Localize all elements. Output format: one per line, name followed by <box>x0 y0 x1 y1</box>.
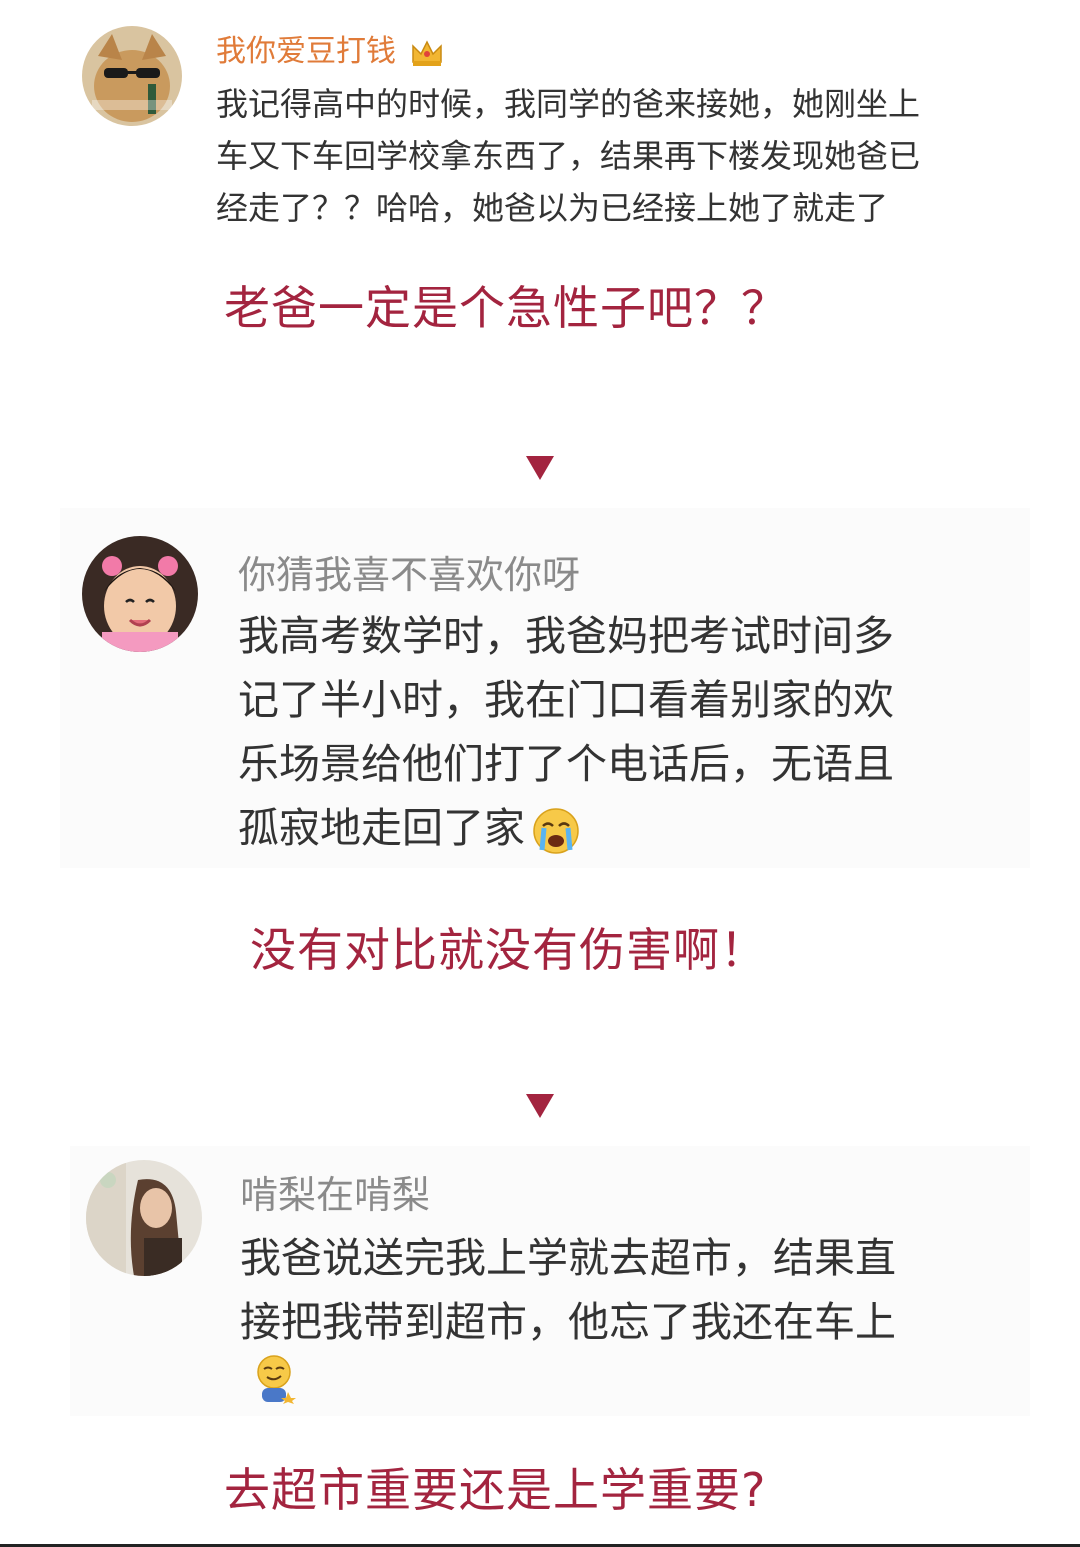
comment-card-1: 我你爱豆打钱 我记得高中的时候，我同学的爸来接她，她刚坐上 车又下车回学校拿东西… <box>70 0 1030 250</box>
crown-icon <box>410 38 444 68</box>
comment-body-2: 我高考数学时，我爸妈把考试时间多 记了半小时，我在门口看着别家的欢 乐场景给他们… <box>238 604 894 860</box>
username-text: 我你爱豆打钱 <box>216 34 396 69</box>
triangle-down-icon <box>526 456 554 480</box>
crying-face-emoji <box>531 806 581 856</box>
username-1[interactable]: 我你爱豆打钱 <box>216 26 444 70</box>
comment-line: 车又下车回学校拿东西了，结果再下楼发现她爸已 <box>216 137 921 175</box>
comment-line: 我高考数学时，我爸妈把考试时间多 <box>238 612 894 660</box>
comment-line-text: 孤寂地走回了家 <box>238 804 525 852</box>
smirk-emoji <box>250 1352 298 1404</box>
avatar-cat[interactable] <box>82 26 182 126</box>
comment-line: 经走了？？哈哈，她爸以为已经接上她了就走了 <box>216 189 889 227</box>
comment-line: 我爸说送完我上学就去超市，结果直 <box>240 1234 896 1282</box>
comment-card-2: 你猜我喜不喜欢你呀 我高考数学时，我爸妈把考试时间多 记了半小时，我在门口看着别… <box>60 508 1030 868</box>
username-text: 啃梨在啃梨 <box>240 1173 431 1217</box>
comment-line: 接把我带到超市，他忘了我还在车上 <box>240 1298 896 1346</box>
avatar-woman[interactable] <box>86 1160 202 1276</box>
woman-avatar-image <box>86 1160 202 1276</box>
child-avatar-image <box>82 536 198 652</box>
caption-1: 老爸一定是个急性子吧？？ <box>224 281 788 335</box>
comment-body-3: 我爸说送完我上学就去超市，结果直 接把我带到超市，他忘了我还在车上 <box>240 1226 896 1354</box>
comment-line: 孤寂地走回了家 <box>238 796 894 860</box>
comment-line: 乐场景给他们打了个电话后，无语且 <box>238 740 894 788</box>
username-text: 你猜我喜不喜欢你呀 <box>238 553 581 597</box>
cat-avatar-image <box>82 26 182 126</box>
caption-2: 没有对比就没有伤害啊！ <box>250 923 767 977</box>
avatar-child[interactable] <box>82 536 198 652</box>
comment-body-1: 我记得高中的时候，我同学的爸来接她，她刚坐上 车又下车回学校拿东西了，结果再下楼… <box>216 78 920 234</box>
username-2[interactable]: 你猜我喜不喜欢你呀 <box>238 544 580 599</box>
comment-line: 记了半小时，我在门口看着别家的欢 <box>238 676 894 724</box>
username-3[interactable]: 啃梨在啃梨 <box>240 1164 430 1219</box>
caption-3: 去超市重要还是上学重要? <box>224 1463 767 1517</box>
triangle-down-icon <box>526 1094 554 1118</box>
comment-card-3: 啃梨在啃梨 我爸说送完我上学就去超市，结果直 接把我带到超市，他忘了我还在车上 <box>70 1146 1030 1416</box>
comment-line: 我记得高中的时候，我同学的爸来接她，她刚坐上 <box>216 85 921 123</box>
